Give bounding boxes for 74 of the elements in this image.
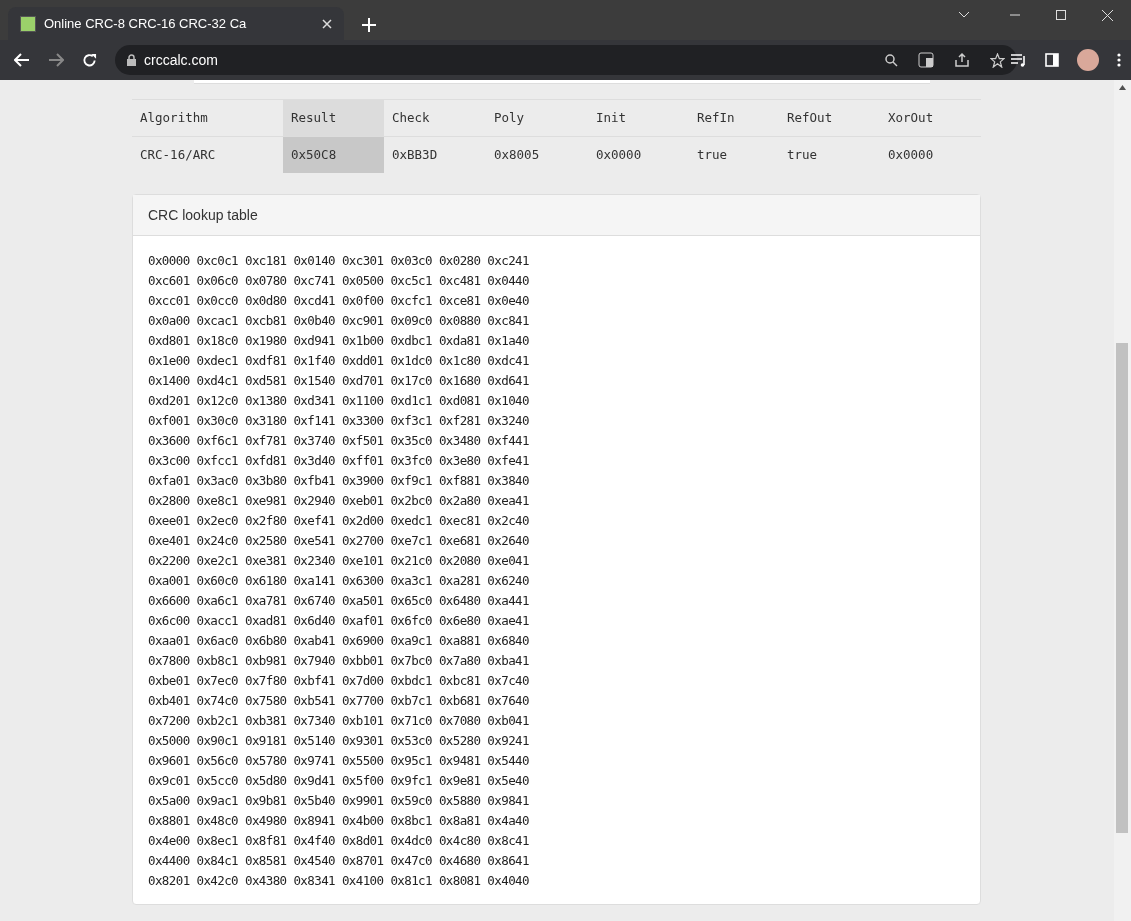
table-cell-text: 0xBB3D — [391, 145, 439, 164]
share-icon[interactable] — [954, 52, 970, 68]
translate-icon[interactable] — [918, 52, 934, 68]
forward-arrow-icon[interactable] — [48, 53, 64, 67]
lookup-line: 0xbe01 0x7ec0 0x7f80 0xbf41 0x7d00 0xbdc1 0xbc81 0x7c40 — [148, 672, 530, 690]
lookup-line: 0x6c00 0xacc1 0xad81 0x6d40 0xaf01 0x6fc0 0x6e80 0xae41 — [148, 612, 530, 630]
lookup-line: 0x9c01 0x5cc0 0x5d80 0x9d41 0x5f00 0x9fc1 0x9e81 0x5e40 — [148, 772, 530, 790]
lookup-line: 0x3600 0xf6c1 0xf781 0x3740 0xf501 0x35c0 0x3480 0xf441 — [148, 432, 530, 450]
column-header: XorOut — [887, 108, 935, 127]
lookup-line: 0xee01 0x2ec0 0x2f80 0xef41 0x2d00 0xedc1 0xec81 0x2c40 — [148, 512, 530, 530]
scrollbar[interactable] — [1114, 80, 1131, 921]
table-cell-text: 0x8005 — [493, 145, 541, 164]
column-header: Check — [391, 108, 431, 127]
lookup-line: 0xe401 0x24c0 0x2580 0xe541 0x2700 0xe7c1 0xe681 0x2640 — [148, 532, 530, 550]
lookup-line: 0x1400 0xd4c1 0xd581 0x1540 0xd701 0x17c0 0x1680 0xd641 — [148, 372, 530, 390]
chevron-down-icon[interactable] — [958, 11, 970, 19]
lookup-line: 0xa001 0x60c0 0x6180 0xa141 0x6300 0xa3c1 0xa281 0x6240 — [148, 572, 530, 590]
scroll-up-icon[interactable] — [1119, 85, 1126, 90]
column-header: RefIn — [696, 108, 736, 127]
table-cell-text: 0x0000 — [595, 145, 643, 164]
star-icon[interactable] — [990, 52, 1005, 68]
side-panel-icon[interactable] — [1045, 53, 1059, 67]
lookup-line: 0xf001 0x30c0 0x3180 0xf141 0x3300 0xf3c1 0xf281 0x3240 — [148, 412, 530, 430]
lookup-line: 0x1e00 0xdec1 0xdf81 0x1f40 0xdd01 0x1dc0 0x1c80 0xdc41 — [148, 352, 530, 370]
lookup-line: 0x6600 0xa6c1 0xa781 0x6740 0xa501 0x65c0 0x6480 0xa441 — [148, 592, 530, 610]
lookup-line: 0x4e00 0x8ec1 0x8f81 0x4f40 0x8d01 0x4dc0 0x4c80 0x8c41 — [148, 832, 530, 850]
tab-title: Online CRC-8 CRC-16 CRC-32 Ca — [44, 14, 248, 33]
scrollbar-thumb[interactable] — [1116, 343, 1128, 833]
lookup-line: 0xc601 0x06c0 0x0780 0xc741 0x0500 0xc5c1 0xc481 0x0440 — [148, 272, 530, 290]
lookup-line: 0x0a00 0xcac1 0xcb81 0x0b40 0xc901 0x09c0 0x0880 0xc841 — [148, 312, 530, 330]
table-cell-text: true — [786, 145, 819, 164]
new-tab-icon[interactable] — [362, 18, 376, 32]
address-text: crccalc.com — [144, 50, 218, 70]
lookup-line: 0x5a00 0x9ac1 0x9b81 0x5b40 0x9901 0x59c0 0x5880 0x9841 — [148, 792, 530, 810]
menu-icon[interactable] — [1117, 53, 1121, 67]
back-arrow-icon[interactable] — [14, 53, 30, 67]
site-favicon-icon — [20, 15, 36, 32]
lookup-line: 0x8801 0x48c0 0x4980 0x8941 0x4b00 0x8bc1 0x8a81 0x4a40 — [148, 812, 530, 830]
close-icon[interactable] — [1102, 9, 1113, 21]
lookup-line: 0xaa01 0x6ac0 0x6b80 0xab41 0x6900 0xa9c1 0xa881 0x6840 — [148, 632, 530, 650]
column-header: Init — [595, 108, 628, 127]
profile-avatar[interactable] — [1077, 49, 1099, 71]
lookup-line: 0x5000 0x90c1 0x9181 0x5140 0x9301 0x53c0 0x5280 0x9241 — [148, 732, 530, 750]
table-cell-text: 0x0000 — [887, 145, 935, 164]
lookup-line: 0x7200 0xb2c1 0xb381 0x7340 0xb101 0x71c0 0x7080 0xb041 — [148, 712, 530, 730]
lookup-line: 0x9601 0x56c0 0x5780 0x9741 0x5500 0x95c1 0x9481 0x5440 — [148, 752, 530, 770]
lookup-line: 0xd801 0x18c0 0x1980 0xd941 0x1b00 0xdbc1 0xda81 0x1a40 — [148, 332, 530, 350]
lookup-line: 0x3c00 0xfcc1 0xfd81 0x3d40 0xff01 0x3fc0 0x3e80 0xfe41 — [148, 452, 530, 470]
lookup-line: 0x8201 0x42c0 0x4380 0x8341 0x4100 0x81c1 0x8081 0x4040 — [148, 872, 530, 890]
table-cell-text: true — [696, 145, 729, 164]
lookup-line: 0x0000 0xc0c1 0xc181 0x0140 0xc301 0x03c0 0x0280 0xc241 — [148, 252, 530, 270]
lookup-line: 0x7800 0xb8c1 0xb981 0x7940 0xbb01 0x7bc0 0x7a80 0xba41 — [148, 652, 530, 670]
media-queue-icon[interactable] — [1011, 53, 1027, 67]
close-icon[interactable] — [322, 18, 332, 29]
column-header: Algorithm — [139, 108, 209, 127]
column-header: RefOut — [786, 108, 834, 127]
column-header: Result — [283, 100, 384, 136]
search-icon[interactable] — [885, 53, 898, 67]
lookup-line: 0xb401 0x74c0 0x7580 0xb541 0x7700 0xb7c1 0xb681 0x7640 — [148, 692, 530, 710]
lookup-line: 0x4400 0x84c1 0x8581 0x4540 0x8701 0x47c0 0x4680 0x8641 — [148, 852, 530, 870]
maximize-icon[interactable] — [1056, 10, 1066, 20]
lookup-line: 0xd201 0x12c0 0x1380 0xd341 0x1100 0xd1c1 0xd081 0x1040 — [148, 392, 530, 410]
lookup-line: 0xfa01 0x3ac0 0x3b80 0xfb41 0x3900 0xf9c1 0xf881 0x3840 — [148, 472, 530, 490]
lock-icon — [127, 54, 136, 66]
lookup-line: 0xcc01 0x0cc0 0x0d80 0xcd41 0x0f00 0xcfc1 0xce81 0x0e40 — [148, 292, 530, 310]
table-cell-text: CRC-16/ARC — [139, 145, 217, 164]
card-title: CRC lookup table — [148, 205, 258, 225]
reload-icon[interactable] — [82, 52, 97, 68]
address-bar[interactable]: crccalc.com — [115, 45, 1017, 75]
table-cell: 0x50C8 — [283, 137, 384, 173]
lookup-line: 0x2200 0xe2c1 0xe381 0x2340 0xe101 0x21c0 0x2080 0xe041 — [148, 552, 530, 570]
column-header: Poly — [493, 108, 526, 127]
lookup-line: 0x2800 0xe8c1 0xe981 0x2940 0xeb01 0x2bc0 0x2a80 0xea41 — [148, 492, 530, 510]
browser-tab[interactable]: Online CRC-8 CRC-16 CRC-32 Ca — [8, 7, 344, 40]
